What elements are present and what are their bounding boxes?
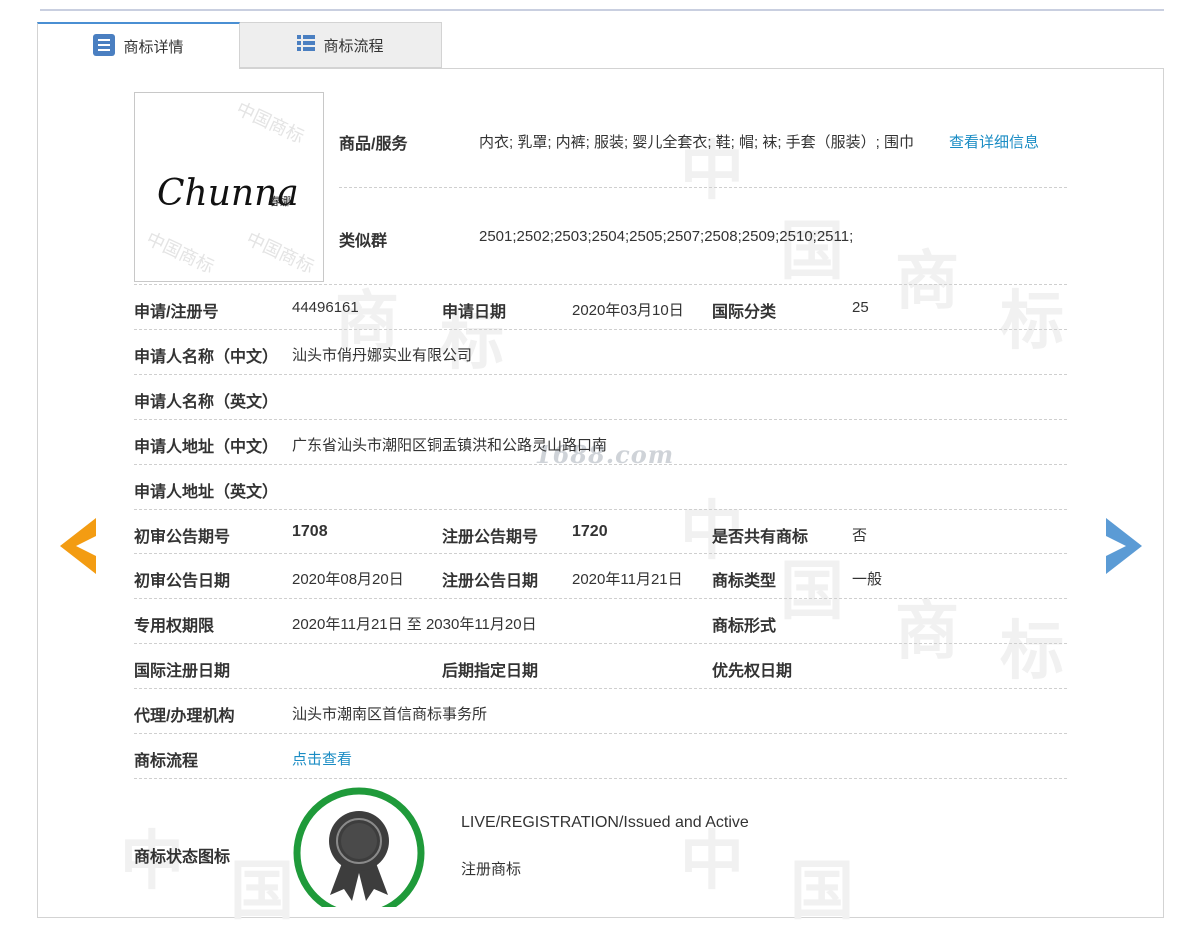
priority-date-label: 优先权日期 [712,663,793,680]
chevron-left-icon [60,518,96,574]
tm-type-value: 一般 [852,571,883,588]
tm-type-label: 商标类型 [712,573,777,590]
next-arrow-button[interactable] [1104,516,1144,576]
apply-date-value: 2020年03月10日 [572,302,684,319]
intl-reg-date-label: 国际注册日期 [134,663,231,680]
chevron-right-icon [1106,518,1142,574]
reg-pub-date-value: 2020年11月21日 [572,571,683,588]
goods-label: 商品/服务 [339,136,408,153]
tab-label: 商标详情 [123,39,184,56]
address-cn-label: 申请人地址（中文） [134,439,279,456]
status-icon-label: 商标状态图标 [134,849,231,866]
registered-badge-icon [292,783,428,907]
tab-trademark-flow[interactable]: 商标流程 [240,22,442,68]
applicant-en-label: 申请人名称（英文） [134,394,279,411]
top-divider [40,0,1164,11]
divider [134,553,1067,554]
reg-no-value: 44496161 [292,299,359,316]
goods-value: 内衣; 乳罩; 内裤; 服装; 婴儿全套衣; 鞋; 帽; 袜; 手套（服装）; … [479,134,915,151]
status-en-text: LIVE/REGISTRATION/Issued and Active [461,814,749,831]
intl-class-value: 25 [852,299,869,316]
document-list-icon [93,33,116,60]
divider [134,778,1067,779]
shared-label: 是否共有商标 [712,529,809,546]
svg-text:中国商标: 中国商标 [243,228,317,277]
prev-arrow-button[interactable] [58,516,98,576]
prelim-date-value: 2020年08月20日 [292,571,404,588]
prelim-no-label: 初审公告期号 [134,529,231,546]
divider [134,329,1067,330]
divider [134,688,1067,689]
divider [134,464,1067,465]
logo-sub-text: 春娜 [269,194,291,208]
flow-label: 商标流程 [134,753,199,770]
divider [339,187,1067,188]
prelim-date-label: 初审公告日期 [134,573,231,590]
prelim-no-value: 1708 [292,523,328,540]
applicant-cn-label: 申请人名称（中文） [134,349,279,366]
divider [134,598,1067,599]
similar-group-label: 类似群 [339,233,388,250]
term-label: 专用权期限 [134,618,215,635]
tab-label: 商标流程 [323,37,384,55]
divider [134,509,1067,510]
view-details-link[interactable]: 查看详细信息 [949,131,1039,152]
agent-label: 代理/办理机构 [134,708,235,725]
apply-date-label: 申请日期 [442,304,507,321]
later-date-label: 后期指定日期 [442,663,539,680]
agent-value: 汕头市潮南区首信商标事务所 [292,706,488,723]
tm-form-label: 商标形式 [712,618,777,635]
trademark-image[interactable]: 中国商标 中国商标 中国商标 Chunna 春娜 [134,92,324,282]
address-en-label: 申请人地址（英文） [134,484,279,501]
reg-pub-no-value: 1720 [572,523,608,540]
divider [134,733,1067,734]
shared-value: 否 [852,527,868,544]
trademark-logo: 中国商标 中国商标 中国商标 Chunna 春娜 [143,98,317,277]
address-cn-value: 广东省汕头市潮阳区铜盂镇洪和公路灵山路口南 [292,437,608,454]
intl-class-label: 国际分类 [712,304,777,321]
divider [134,643,1067,644]
similar-group-value: 2501;2502;2503;2504;2505;2507;2508;2509;… [479,228,854,245]
status-cn-text: 注册商标 [461,861,522,878]
view-flow-link[interactable]: 点击查看 [292,748,352,769]
applicant-cn-value: 汕头市俏丹娜实业有限公司 [292,347,473,364]
reg-pub-date-label: 注册公告日期 [442,573,539,590]
divider [134,419,1067,420]
grid-list-icon [297,34,316,56]
svg-text:中国商标: 中国商标 [233,98,307,147]
term-value: 2020年11月21日 至 2030年11月20日 [292,616,537,633]
svg-text:中国商标: 中国商标 [143,228,217,277]
divider [134,374,1067,375]
tab-trademark-details[interactable]: 商标详情 [37,22,240,69]
divider [134,284,1067,285]
reg-pub-no-label: 注册公告期号 [442,529,539,546]
reg-no-label: 申请/注册号 [134,304,219,321]
